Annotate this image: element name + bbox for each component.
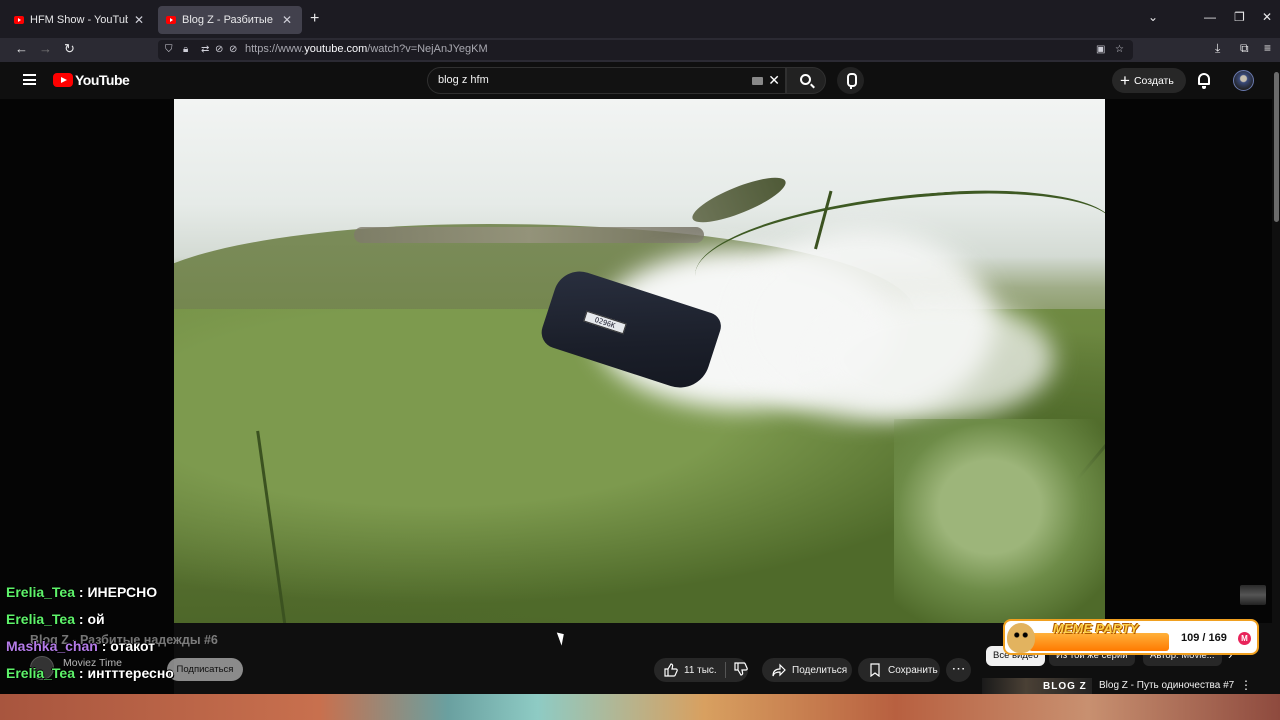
- back-icon[interactable]: ←: [15, 41, 28, 56]
- scrollbar-thumb[interactable]: [1274, 72, 1279, 222]
- next-video-logo: BLOG Z: [1043, 681, 1087, 692]
- mic-icon[interactable]: [837, 67, 864, 94]
- browser-tab-strip: HFM Show - YouTube ✕ Blog Z - Разбитые н…: [0, 0, 1280, 38]
- tab-label: Blog Z - Разбитые надежды #6: [182, 14, 276, 26]
- meme-party-title: MEME PARTY: [1053, 621, 1139, 636]
- dislike-button[interactable]: [734, 661, 748, 679]
- chat-message: Erelia_Tea : интттересно: [6, 665, 174, 681]
- youtube-favicon-icon: [14, 16, 24, 24]
- chat-message: Mashka_chan : отакот: [6, 638, 156, 654]
- save-label: Сохранить: [888, 664, 938, 676]
- like-icon: [664, 663, 678, 677]
- lock-icon[interactable]: 🔒︎: [183, 44, 188, 55]
- search-input[interactable]: blog z hfm ✕: [427, 67, 786, 94]
- close-tab-icon[interactable]: ✕: [280, 13, 294, 27]
- share-button[interactable]: Поделиться: [762, 658, 852, 682]
- save-icon: [870, 663, 880, 677]
- downloads-icon[interactable]: ⤓: [1215, 41, 1220, 56]
- page-scrollbar[interactable]: [1272, 62, 1280, 694]
- picture-in-picture-icon[interactable]: ▣: [1096, 44, 1105, 55]
- webcam-overlay-strip: [0, 694, 1280, 720]
- like-button[interactable]: 11 тыс.: [654, 663, 717, 677]
- next-video-title[interactable]: Blog Z - Путь одиночества #7: [1099, 680, 1234, 691]
- url-text: https://www.youtube.com/watch?v=NejAnJYe…: [245, 43, 488, 55]
- hamburger-icon[interactable]: [23, 74, 36, 85]
- tab-blog-z[interactable]: Blog Z - Разбитые надежды #6 ✕: [158, 6, 302, 34]
- list-tabs-icon[interactable]: ⌄: [1148, 10, 1158, 24]
- maximize-icon[interactable]: ❐: [1234, 10, 1245, 24]
- create-button[interactable]: + Создать: [1112, 68, 1186, 93]
- address-bar[interactable]: ⛉ 🔒︎ ⇄ ⊘ ⊘ https://www.youtube.com/watch…: [158, 40, 1133, 60]
- search-query: blog z hfm: [438, 74, 489, 86]
- chat-message: Erelia_Tea : ой: [6, 611, 105, 627]
- stream-chat: Erelia_Tea : ИНЕРСНО Erelia_Tea : ой Mas…: [6, 584, 306, 692]
- like-dislike-group: 11 тыс.: [654, 658, 748, 682]
- video-player[interactable]: O296K: [174, 99, 1105, 623]
- more-icon[interactable]: ⋯: [946, 658, 971, 682]
- keyboard-icon[interactable]: [752, 77, 763, 85]
- share-label: Поделиться: [792, 664, 848, 676]
- video-ridge: [354, 227, 704, 243]
- create-label: Создать: [1133, 74, 1174, 87]
- doge-icon: [1007, 623, 1035, 653]
- menu-icon[interactable]: ≡: [1264, 41, 1271, 55]
- youtube-logo-text[interactable]: YouTube: [75, 72, 130, 88]
- youtube-header: YouTube blog z hfm ✕ + Создать: [0, 62, 1272, 99]
- mic-blocked-icon[interactable]: ⊘: [229, 44, 237, 55]
- tab-label: HFM Show - YouTube: [30, 14, 128, 26]
- foreground-leaves: [894, 419, 1105, 623]
- close-tab-icon[interactable]: ✕: [132, 13, 146, 27]
- forward-icon[interactable]: →: [39, 41, 52, 56]
- minimize-icon[interactable]: —: [1204, 10, 1216, 24]
- shield-icon[interactable]: ⛉: [165, 44, 173, 55]
- new-tab-button[interactable]: +: [310, 10, 319, 28]
- browser-nav-bar: ← → ↻ ⛉ 🔒︎ ⇄ ⊘ ⊘ https://www.youtube.com…: [0, 38, 1280, 62]
- meme-party-count: 109 / 169: [1181, 632, 1227, 644]
- extensions-icon[interactable]: ⧉: [1240, 41, 1249, 56]
- share-icon: [772, 663, 786, 677]
- bell-icon[interactable]: [1198, 73, 1210, 89]
- screen: HFM Show - YouTube ✕ Blog Z - Разбитые н…: [0, 0, 1280, 720]
- clear-search-icon[interactable]: ✕: [768, 72, 780, 89]
- more-vert-icon[interactable]: ⋮: [1240, 678, 1252, 692]
- player-thumbnail: [1240, 585, 1266, 605]
- youtube-logo-icon[interactable]: [53, 73, 73, 87]
- reload-icon[interactable]: ↻: [64, 41, 75, 57]
- meme-party-badge: M: [1238, 632, 1251, 645]
- mouse-cursor: [556, 630, 568, 646]
- meme-party-widget: MEME PARTY 109 / 169 M: [1003, 619, 1259, 655]
- avatar[interactable]: [1233, 70, 1254, 91]
- youtube-favicon-icon: [166, 16, 176, 24]
- search-icon: [800, 74, 811, 85]
- camera-blocked-icon[interactable]: ⊘: [215, 44, 223, 55]
- chat-message: Erelia_Tea : ИНЕРСНО: [6, 584, 158, 600]
- save-button[interactable]: Сохранить: [858, 658, 940, 682]
- permissions-icon[interactable]: ⇄: [201, 44, 209, 55]
- bookmark-star-icon[interactable]: ☆: [1115, 44, 1124, 55]
- search-button[interactable]: [786, 67, 826, 94]
- dislike-icon: [734, 661, 748, 676]
- close-window-icon[interactable]: ✕: [1262, 10, 1272, 24]
- like-count: 11 тыс.: [684, 664, 717, 676]
- plus-icon: +: [1120, 71, 1130, 90]
- smoke-cloud: [814, 299, 1054, 419]
- player-side-area: [1105, 99, 1272, 623]
- tab-hfm-show[interactable]: HFM Show - YouTube ✕: [6, 6, 154, 34]
- divider: [724, 662, 726, 678]
